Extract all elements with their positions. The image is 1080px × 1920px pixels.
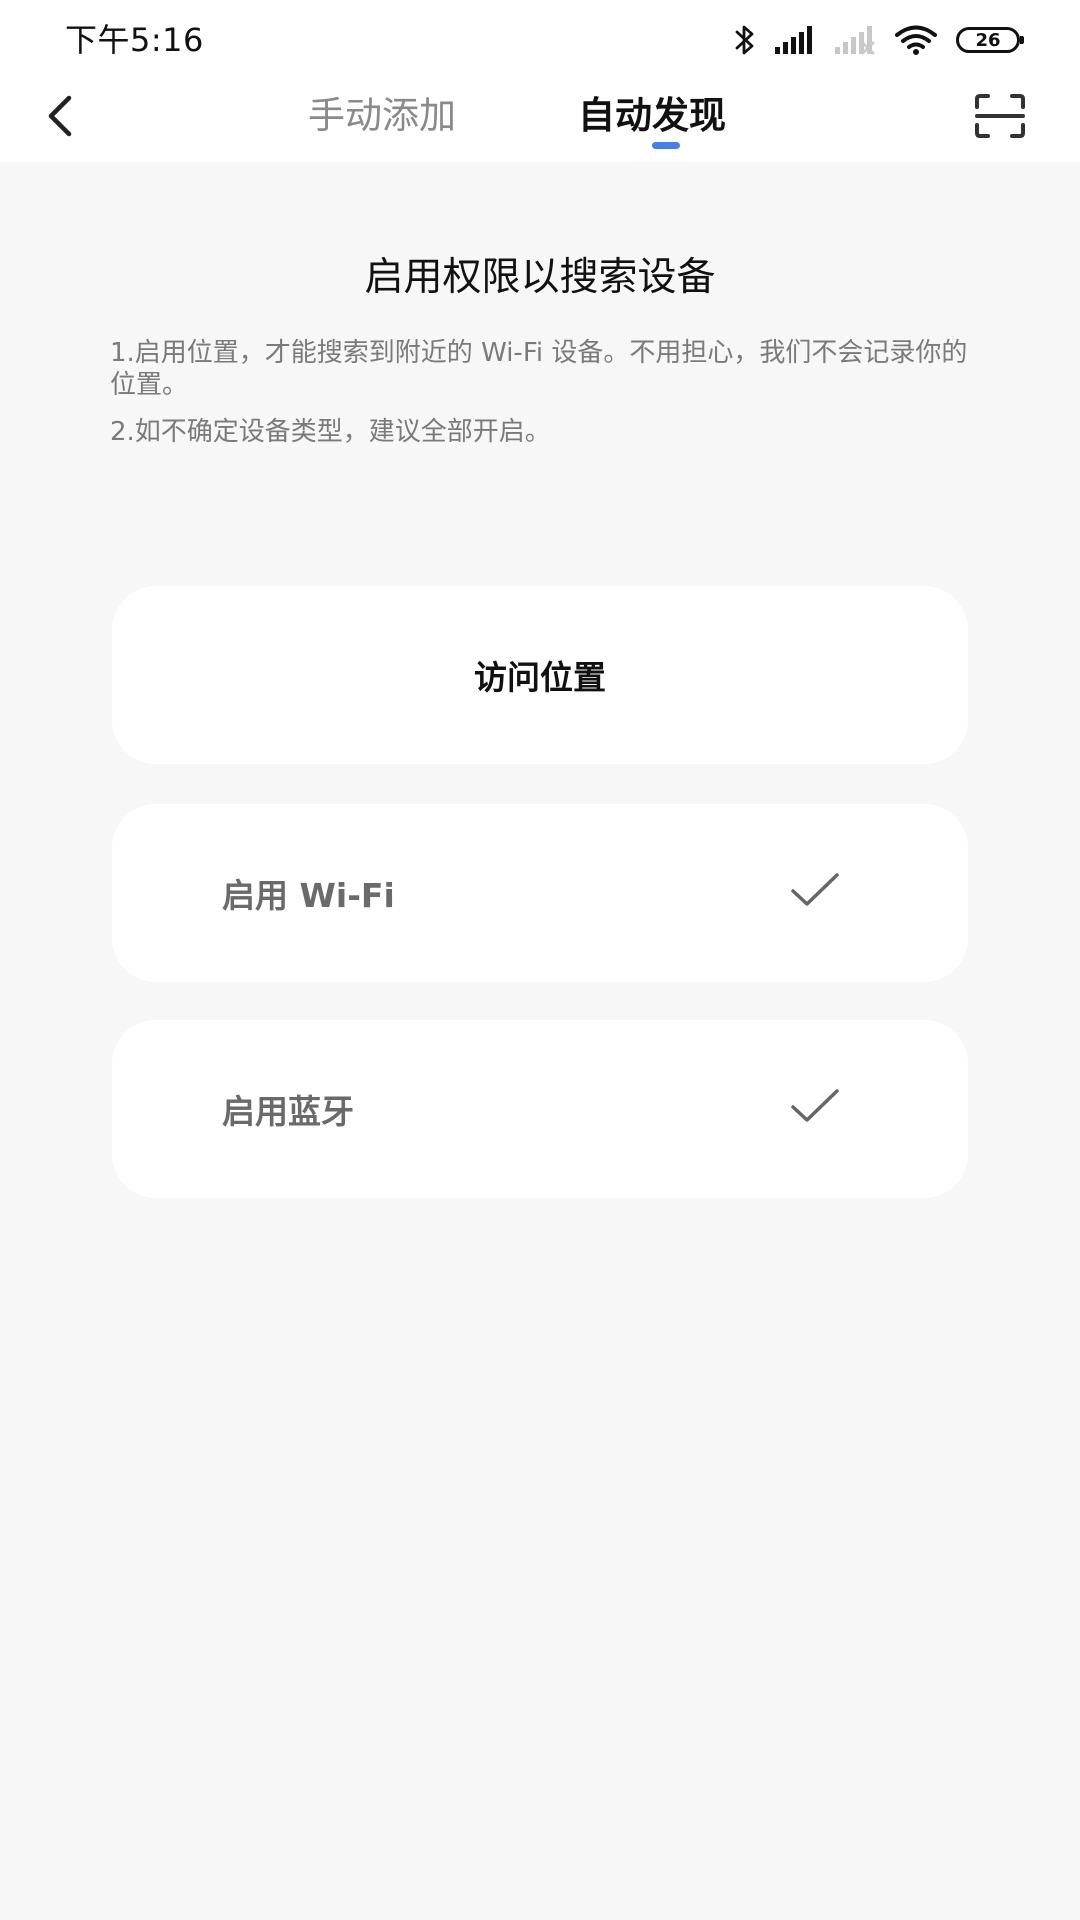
battery-icon: 26 [956, 27, 1024, 53]
enable-bluetooth-label: 启用蓝牙 [222, 1092, 354, 1131]
status-icons: 26 [734, 20, 1024, 60]
check-icon [791, 1089, 839, 1122]
access-location-label: 访问位置 [474, 658, 606, 697]
top-nav: 手动添加 自动发现 [0, 80, 1080, 162]
status-time: 下午5:16 [65, 21, 204, 59]
tip-enable-all: 2.如不确定设备类型，建议全部开启。 [110, 417, 551, 447]
scan-button[interactable] [970, 86, 1030, 146]
status-bar: 下午5:16 26 [0, 0, 1080, 80]
enable-bluetooth-item[interactable]: 启用蓝牙 [112, 1020, 968, 1198]
chevron-left-icon [48, 95, 72, 137]
battery-level: 26 [975, 29, 1001, 51]
access-location-button[interactable]: 访问位置 [112, 586, 968, 764]
wifi-icon [895, 25, 937, 55]
tab-manual-add[interactable]: 手动添加 [308, 86, 456, 146]
back-button[interactable] [30, 86, 90, 146]
scan-icon [975, 94, 1025, 138]
enable-wifi-item[interactable]: 启用 Wi-Fi [112, 804, 968, 982]
tip-location: 1.启用位置，才能搜索到附近的 Wi-Fi 设备。不用担心，我们不会记录你的位置… [110, 338, 968, 400]
signal-icon [775, 26, 812, 54]
page-title: 启用权限以搜索设备 [364, 255, 716, 300]
signal-disabled-icon [835, 26, 875, 55]
active-tab-indicator [652, 142, 680, 149]
check-icon [791, 873, 839, 906]
tab-auto-discover[interactable]: 自动发现 [578, 86, 726, 146]
bluetooth-icon [735, 25, 754, 55]
enable-wifi-label: 启用 Wi-Fi [222, 876, 395, 915]
